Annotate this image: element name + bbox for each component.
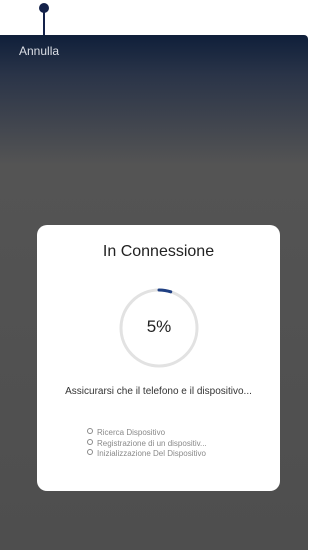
- circle-bullet-icon: [87, 428, 93, 434]
- step-item: Ricerca Dispositivo: [87, 428, 207, 439]
- circle-bullet-icon: [87, 449, 93, 455]
- progress-ring: 5%: [118, 287, 200, 369]
- circle-bullet-icon: [87, 438, 93, 445]
- step-label: Ricerca Dispositivo: [97, 428, 166, 437]
- step-item: Inizializzazione Del Dispositivo: [87, 449, 207, 460]
- connection-steps-list: Ricerca Dispositivo Registrazione di un …: [87, 428, 207, 460]
- step-label: Registrazione di un dispositiv...: [97, 438, 207, 448]
- step-label: Inizializzazione Del Dispositivo: [97, 449, 206, 458]
- step-item: Registrazione di un dispositiv...: [87, 438, 207, 450]
- progress-percent: 5%: [146, 317, 172, 336]
- connection-message: Assicurarsi che il telefono e il disposi…: [65, 386, 252, 397]
- dialog-title: In Connessione: [102, 243, 215, 260]
- cancel-button[interactable]: Annulla: [19, 44, 59, 58]
- connection-dialog: In Connessione 5% Assicurarsi che il tel…: [37, 225, 280, 491]
